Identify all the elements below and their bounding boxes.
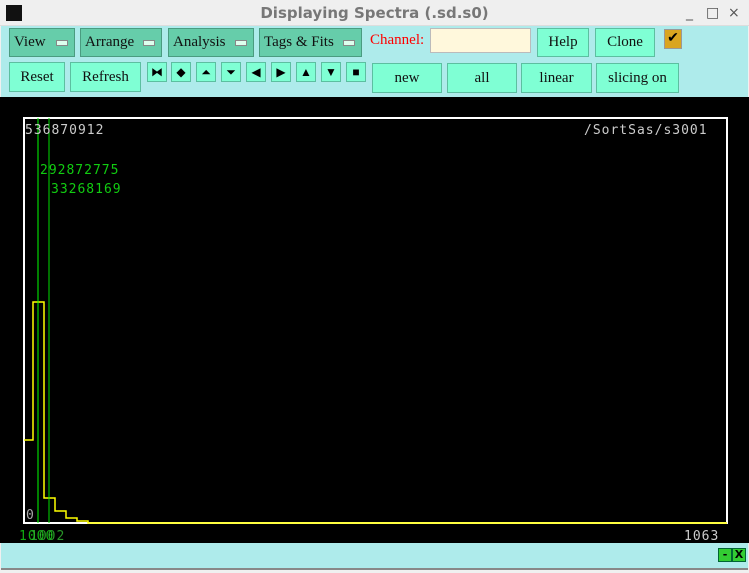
- arrange-menu-label: Arrange: [85, 34, 135, 50]
- dropdown-indicator-icon: [143, 39, 155, 46]
- spectrum-canvas[interactable]: 536870912 /SortSas/s3001 292872775 33268…: [0, 97, 749, 544]
- scroll-down-icon[interactable]: ▼: [321, 62, 341, 82]
- view-menu[interactable]: View: [9, 28, 75, 57]
- close-pane-button[interactable]: X: [732, 548, 746, 562]
- maximize-button[interactable]: □: [706, 5, 719, 21]
- new-button[interactable]: new: [372, 63, 442, 93]
- channel-label: Channel:: [370, 32, 425, 48]
- x-min-label: 1002: [30, 529, 66, 544]
- title-bar: Displaying Spectra (.sd.s0) _ □ ×: [0, 0, 749, 26]
- arrange-menu[interactable]: Arrange: [80, 28, 162, 57]
- clone-button[interactable]: Clone: [595, 28, 655, 57]
- expand-horizontal-icon[interactable]: ⧓: [147, 62, 167, 82]
- marker-value: 33268169: [51, 182, 122, 197]
- expand-vertical-icon[interactable]: ⏶: [196, 62, 216, 82]
- y-min-label: 0: [26, 508, 35, 523]
- spectrum-trace: [24, 301, 727, 524]
- minimize-button[interactable]: _: [686, 5, 693, 21]
- tags-fits-menu[interactable]: Tags & Fits: [259, 28, 362, 57]
- y-max-label: 536870912: [25, 123, 105, 138]
- marker-value: 292872775: [40, 163, 120, 178]
- checkbox[interactable]: ✔: [664, 29, 682, 49]
- view-menu-label: View: [14, 34, 46, 50]
- minimize-pane-button[interactable]: -: [718, 548, 732, 562]
- spectrum-name: /SortSas/s3001: [584, 123, 708, 138]
- scroll-left-icon[interactable]: ◀: [246, 62, 266, 82]
- dropdown-indicator-icon: [56, 39, 68, 46]
- analysis-menu[interactable]: Analysis: [168, 28, 254, 57]
- dropdown-indicator-icon: [343, 39, 355, 46]
- channel-input[interactable]: [430, 28, 531, 53]
- reset-button[interactable]: Reset: [9, 62, 65, 92]
- shrink-vertical-icon[interactable]: ⏷: [221, 62, 241, 82]
- status-bar: [1, 543, 748, 570]
- close-button[interactable]: ×: [728, 5, 740, 21]
- scroll-right-icon[interactable]: ▶: [271, 62, 291, 82]
- window-title: Displaying Spectra (.sd.s0): [260, 4, 489, 22]
- dropdown-indicator-icon: [235, 39, 247, 46]
- all-button[interactable]: all: [447, 63, 517, 93]
- analysis-menu-label: Analysis: [173, 34, 226, 50]
- slicing-button[interactable]: slicing on: [596, 63, 679, 93]
- full-view-icon[interactable]: ■: [346, 62, 366, 82]
- linear-button[interactable]: linear: [521, 63, 592, 93]
- shrink-horizontal-icon[interactable]: ◆: [171, 62, 191, 82]
- refresh-button[interactable]: Refresh: [70, 62, 141, 92]
- plot-frame: [23, 117, 728, 524]
- scroll-up-icon[interactable]: ▲: [296, 62, 316, 82]
- tags-fits-menu-label: Tags & Fits: [264, 34, 334, 50]
- x-max-label: 1063: [684, 529, 720, 544]
- help-button[interactable]: Help: [537, 28, 589, 57]
